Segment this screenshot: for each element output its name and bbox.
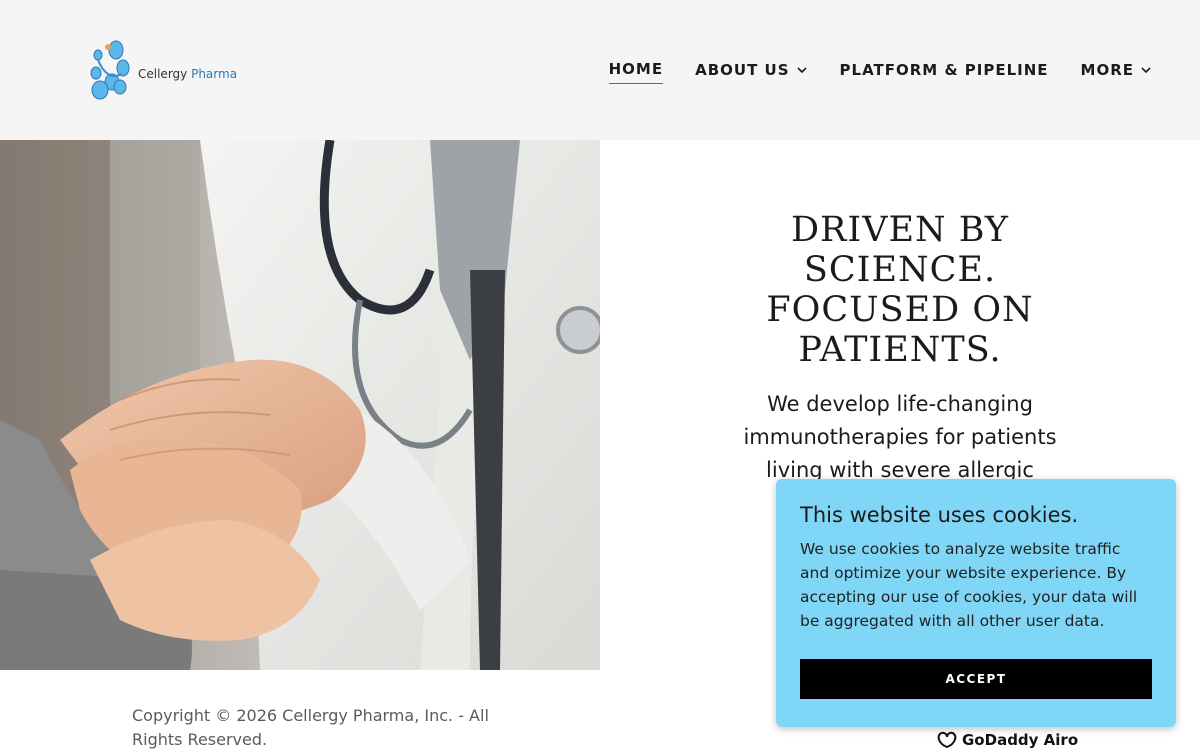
- powered-by-label: GoDaddy Airo: [962, 731, 1079, 749]
- nav-item-label: PLATFORM & PIPELINE: [839, 60, 1049, 79]
- accept-cookies-button[interactable]: ACCEPT: [800, 659, 1152, 699]
- copyright-line: Copyright © 2026 Cellergy Pharma, Inc. -…: [132, 706, 489, 725]
- chevron-down-icon: [1141, 66, 1151, 73]
- nav-item-label: ABOUT US: [695, 60, 790, 79]
- hero-subtitle-line: We develop life-changing: [767, 392, 1033, 416]
- hero-subtitle-line: immunotherapies for patients: [743, 425, 1057, 449]
- hero-title-line: PATIENTS.: [798, 330, 1002, 370]
- cookie-body: We use cookies to analyze website traffi…: [800, 540, 1138, 630]
- brand-name-part1: Cellergy: [138, 67, 188, 81]
- brand-name-part2: Pharma: [191, 67, 238, 81]
- hero-title-line: DRIVEN BY: [790, 210, 1010, 250]
- hero-title-line: SCIENCE.: [803, 250, 997, 290]
- nav-item-more[interactable]: MORE: [1081, 61, 1152, 84]
- hero-image: [0, 140, 600, 670]
- nav-item-about-us[interactable]: ABOUT US: [695, 61, 807, 84]
- powered-by-link[interactable]: GoDaddy Airo: [936, 731, 1078, 749]
- godaddy-logo-icon: [937, 731, 957, 749]
- site-header: Cellergy Pharma HOME ABOUT US PLATFORM &…: [0, 0, 1200, 140]
- main-nav: HOME ABOUT US PLATFORM & PIPELINE MORE: [608, 60, 1152, 84]
- nav-item-home[interactable]: HOME: [608, 60, 664, 84]
- brand-logo[interactable]: Cellergy Pharma: [86, 40, 246, 104]
- brand-name: Cellergy Pharma: [138, 67, 237, 81]
- cookie-banner: This website uses cookies. We use cookie…: [776, 479, 1176, 727]
- hero-text-block: DRIVEN BY SCIENCE. FOCUSED ON PATIENTS. …: [700, 210, 1100, 487]
- copyright-line: Rights Reserved.: [132, 730, 268, 749]
- molecule-logo-icon: [90, 40, 130, 100]
- footer-copyright: Copyright © 2026 Cellergy Pharma, Inc. -…: [132, 704, 502, 750]
- nav-item-label: HOME: [608, 60, 664, 78]
- hero-title: DRIVEN BY SCIENCE. FOCUSED ON PATIENTS.: [700, 210, 1100, 370]
- hero-subtitle: We develop life-changing immunotherapies…: [700, 388, 1100, 487]
- doctor-holding-patient-hands-photo: [0, 140, 600, 670]
- hero-title-line: FOCUSED ON: [766, 290, 1034, 330]
- cookie-title: This website uses cookies.: [800, 503, 1079, 527]
- nav-item-platform-pipeline[interactable]: PLATFORM & PIPELINE: [840, 61, 1049, 84]
- chevron-down-icon: [796, 66, 807, 73]
- nav-item-label: MORE: [1080, 60, 1134, 79]
